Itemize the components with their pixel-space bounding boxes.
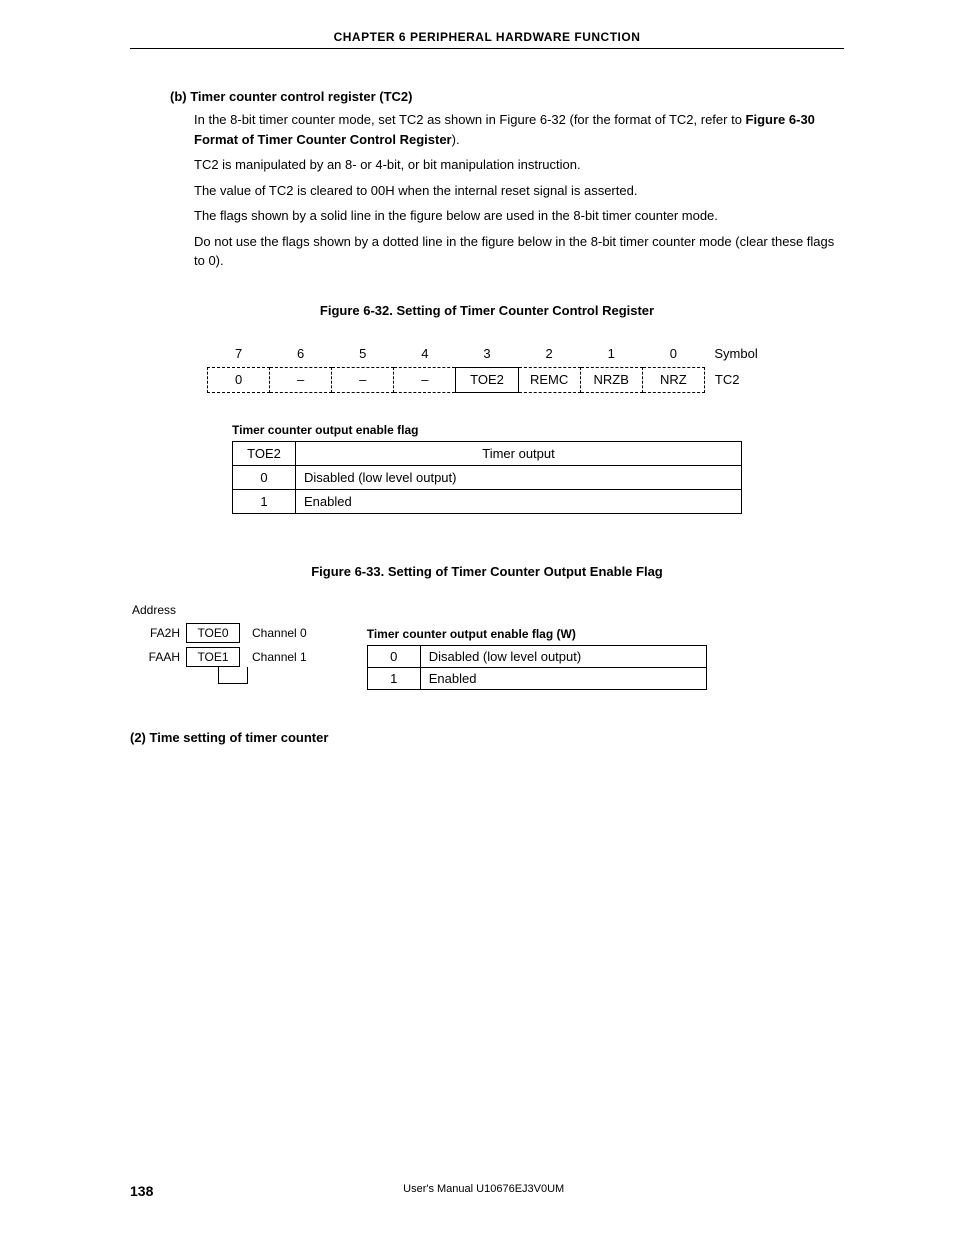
bit-6: 6: [270, 342, 332, 368]
section-b: (b) Timer counter control register (TC2)…: [170, 89, 844, 271]
toe2-row0-v: 0: [233, 465, 296, 489]
bit-4: 4: [394, 342, 456, 368]
register-diagram: 7 6 5 4 3 2 1 0 Symbol 0 – – – TOE2 REMC…: [207, 342, 767, 393]
section-2-heading: (2) Time setting of timer counter: [130, 730, 844, 745]
bit-2: 2: [518, 342, 580, 368]
p1a: In the 8-bit timer counter mode, set TC2…: [194, 112, 746, 127]
flag-w-row-0: 0 Disabled (low level output): [367, 645, 706, 667]
section-b-p5: Do not use the flags shown by a dotted l…: [194, 232, 844, 271]
chapter-header: CHAPTER 6 PERIPHERAL HARDWARE FUNCTION: [130, 30, 844, 44]
toe2-col1: Timer output: [296, 441, 742, 465]
section-b-heading: (b) Timer counter control register (TC2): [170, 89, 844, 104]
val-0-nrz: NRZ: [642, 367, 704, 392]
page-number: 138: [130, 1183, 153, 1199]
section-b-p2: TC2 is manipulated by an 8- or 4-bit, or…: [194, 155, 844, 175]
toe2-header-row: TOE2 Timer output: [233, 441, 742, 465]
flag-w-row-1: 1 Enabled: [367, 667, 706, 689]
val-1-nrzb: NRZB: [580, 367, 642, 392]
page: CHAPTER 6 PERIPHERAL HARDWARE FUNCTION (…: [0, 0, 954, 1235]
symbol-value: TC2: [704, 367, 766, 392]
figure-6-32-caption: Figure 6-32. Setting of Timer Counter Co…: [130, 303, 844, 318]
bit-3: 3: [456, 342, 518, 368]
toe2-row1-t: Enabled: [296, 489, 742, 513]
footer-spacer: [814, 1183, 844, 1199]
address-cell-1: TOE1: [186, 647, 240, 667]
address-row-1: FAAH TOE1 Channel 1: [130, 647, 307, 667]
toe2-row-0: 0 Disabled (low level output): [233, 465, 742, 489]
bit-5: 5: [332, 342, 394, 368]
flag-w-row1-t: Enabled: [420, 667, 706, 689]
toe2-block: Timer counter output enable flag TOE2 Ti…: [232, 423, 742, 514]
val-6: –: [270, 367, 332, 392]
flag-w-title: Timer counter output enable flag (W): [367, 627, 707, 641]
flag-w-table: 0 Disabled (low level output) 1 Enabled: [367, 645, 707, 690]
header-rule: [130, 48, 844, 49]
flag-w-row0-v: 0: [367, 645, 420, 667]
address-chan-0: Channel 0: [240, 626, 307, 640]
p1c: ).: [452, 132, 460, 147]
toe2-row1-v: 1: [233, 489, 296, 513]
bit-7: 7: [208, 342, 270, 368]
toe2-table: TOE2 Timer output 0 Disabled (low level …: [232, 441, 742, 514]
register-table: 7 6 5 4 3 2 1 0 Symbol 0 – – – TOE2 REMC…: [207, 342, 767, 393]
manual-id: User's Manual U10676EJ3V0UM: [153, 1183, 814, 1199]
val-3-toe2: TOE2: [456, 367, 518, 392]
address-label: Address: [132, 603, 307, 617]
footer: 138 User's Manual U10676EJ3V0UM: [130, 1183, 844, 1199]
toe2-row0-t: Disabled (low level output): [296, 465, 742, 489]
val-2-remc: REMC: [518, 367, 580, 392]
bit-1: 1: [580, 342, 642, 368]
bit-index-row: 7 6 5 4 3 2 1 0 Symbol: [208, 342, 767, 368]
address-0: FA2H: [130, 626, 186, 640]
bit-0: 0: [642, 342, 704, 368]
symbol-header: Symbol: [704, 342, 766, 368]
val-5: –: [332, 367, 394, 392]
val-4: –: [394, 367, 456, 392]
address-1: FAAH: [130, 650, 186, 664]
section-b-p4: The flags shown by a solid line in the f…: [194, 206, 844, 226]
flag-w-row1-v: 1: [367, 667, 420, 689]
address-chan-1: Channel 1: [240, 650, 307, 664]
address-link-shape: [218, 667, 248, 684]
address-block: Address FA2H TOE0 Channel 0 FAAH TOE1 Ch…: [130, 603, 307, 684]
flag-w-block: Timer counter output enable flag (W) 0 D…: [367, 627, 707, 690]
toe2-title: Timer counter output enable flag: [232, 423, 742, 437]
flag-w-row0-t: Disabled (low level output): [420, 645, 706, 667]
address-cell-0: TOE0: [186, 623, 240, 643]
figure-6-33-caption: Figure 6-33. Setting of Timer Counter Ou…: [130, 564, 844, 579]
address-row-0: FA2H TOE0 Channel 0: [130, 623, 307, 643]
figure-6-33-body: Address FA2H TOE0 Channel 0 FAAH TOE1 Ch…: [130, 603, 844, 690]
toe2-row-1: 1 Enabled: [233, 489, 742, 513]
bit-value-row: 0 – – – TOE2 REMC NRZB NRZ TC2: [208, 367, 767, 392]
toe2-col0: TOE2: [233, 441, 296, 465]
val-7: 0: [208, 367, 270, 392]
section-b-p1: In the 8-bit timer counter mode, set TC2…: [194, 110, 844, 149]
section-b-p3: The value of TC2 is cleared to 00H when …: [194, 181, 844, 201]
